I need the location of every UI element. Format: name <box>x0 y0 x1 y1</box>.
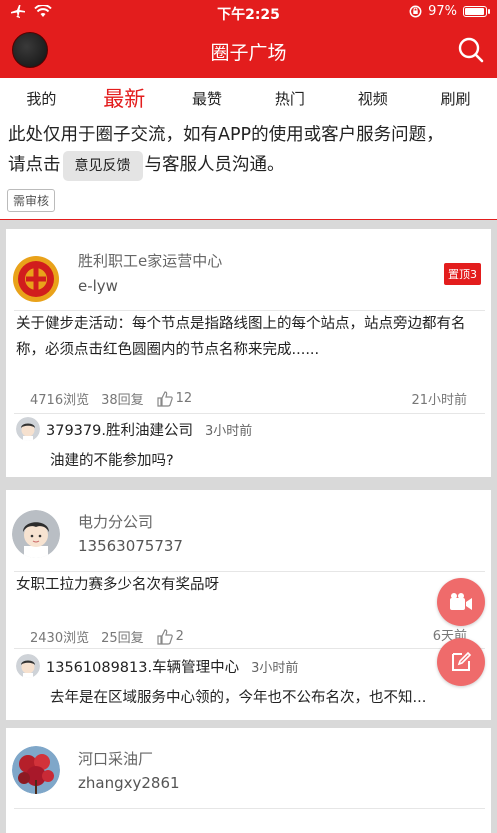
review-required-badge: 需审核 <box>7 189 56 212</box>
latest-reply[interactable]: 379379.胜利油建公司 3小时前 <box>16 417 252 441</box>
reply-avatar <box>16 417 40 441</box>
post-content[interactable]: 关于健步走活动：每个节点是指路线图上的每个站点，站点旁边都有名称，必须点击红色圆… <box>16 311 481 363</box>
app-header: 下午2:25 97% 圈子广场 <box>0 0 497 78</box>
post-author[interactable]: 13563075737 <box>78 537 183 555</box>
group-name[interactable]: 河口采油厂 <box>78 748 153 769</box>
tab-mine[interactable]: 我的 <box>1 88 81 109</box>
page-title: 圈子广场 <box>210 42 287 64</box>
notice-suffix: 与客服人员沟通。 <box>144 155 285 175</box>
reply-text[interactable]: 去年是在区域服务中心领的，今年也不公布名次，也不知... <box>50 686 482 707</box>
post-card[interactable]: 电力分公司 13563075737 女职工拉力赛多少名次有奖品呀 2430浏览 … <box>6 490 491 720</box>
notice-prefix: 请点击 <box>8 155 61 175</box>
group-name[interactable]: 胜利职工e家运营中心 <box>78 250 222 271</box>
reply-count[interactable]: 38回复 <box>101 389 144 408</box>
nav-bar: 圈子广场 <box>0 26 497 78</box>
divider <box>14 413 485 414</box>
union-logo-avatar[interactable] <box>12 255 60 303</box>
battery-percent: 97% <box>428 4 457 19</box>
status-bar: 下午2:25 97% <box>0 0 497 26</box>
post-feed[interactable]: 胜利职工e家运营中心 e-lyw 置顶3 关于健步走活动：每个节点是指路线图上的… <box>0 220 497 833</box>
tab-video[interactable]: 视频 <box>333 88 413 109</box>
pinned-badge: 置顶3 <box>444 263 481 285</box>
autumn-leaves-avatar[interactable] <box>12 746 60 794</box>
reply-time: 3小时前 <box>251 660 299 676</box>
notice-text: 此处仅用于圈子交流，如有APP的使用或客户服务问题， 请点击 意见反馈 与客服人员沟… <box>8 120 492 181</box>
thumbs-up-icon <box>157 628 173 645</box>
divider <box>14 808 485 809</box>
thumbs-up-icon <box>157 390 173 407</box>
like-button[interactable]: 2 <box>156 628 184 646</box>
tab-most-liked[interactable]: 最赞 <box>167 88 247 109</box>
divider <box>14 648 485 649</box>
edit-icon <box>452 651 472 671</box>
reply-time: 3小时前 <box>204 423 253 439</box>
post-time: 21小时前 <box>411 393 467 408</box>
reply-author[interactable]: 379379.胜利油建公司 <box>46 419 193 440</box>
reply-avatar <box>16 654 40 678</box>
tab-hot[interactable]: 热门 <box>250 88 330 109</box>
post-stats: 2430浏览 25回复 2 <box>30 627 184 646</box>
like-count: 12 <box>175 391 193 406</box>
compose-post-button[interactable] <box>437 638 485 686</box>
like-count: 2 <box>175 629 184 644</box>
feedback-button[interactable]: 意见反馈 <box>62 151 143 181</box>
category-tabs: 我的 最新 最赞 热门 视频 刷刷 <box>0 78 497 118</box>
reply-author[interactable]: 13561089813.车辆管理中心 <box>46 656 239 677</box>
tab-shuashua[interactable]: 刷刷 <box>416 88 496 109</box>
reply-count[interactable]: 25回复 <box>101 627 144 646</box>
battery-icon <box>463 6 490 17</box>
tab-latest[interactable]: 最新 <box>84 83 164 113</box>
latest-reply[interactable]: 13561089813.车辆管理中心 3小时前 <box>16 654 298 678</box>
post-stats: 4716浏览 38回复 12 <box>30 389 192 408</box>
view-count: 4716浏览 <box>30 393 90 408</box>
video-post-button[interactable] <box>437 578 485 626</box>
post-author[interactable]: e-lyw <box>78 277 118 295</box>
default-avatar[interactable] <box>12 510 60 558</box>
group-name[interactable]: 电力分公司 <box>78 511 153 532</box>
reply-text[interactable]: 油建的不能参加吗? <box>50 449 482 470</box>
post-card[interactable]: 河口采油厂 zhangxy2861 <box>6 728 491 833</box>
like-button[interactable]: 12 <box>156 390 193 408</box>
post-content[interactable]: 女职工拉力赛多少名次有奖品呀 <box>16 572 481 598</box>
notice-line-2: 请点击 意见反馈 与客服人员沟通。 <box>8 150 492 181</box>
view-count: 2430浏览 <box>30 631 90 646</box>
post-card[interactable]: 胜利职工e家运营中心 e-lyw 置顶3 关于健步走活动：每个节点是指路线图上的… <box>6 229 491 477</box>
post-author[interactable]: zhangxy2861 <box>78 774 180 792</box>
video-camera-icon <box>450 593 472 610</box>
orientation-lock-icon <box>409 5 422 18</box>
search-icon[interactable] <box>457 36 485 64</box>
notice-line-1: 此处仅用于圈子交流，如有APP的使用或客户服务问题， <box>8 125 444 145</box>
